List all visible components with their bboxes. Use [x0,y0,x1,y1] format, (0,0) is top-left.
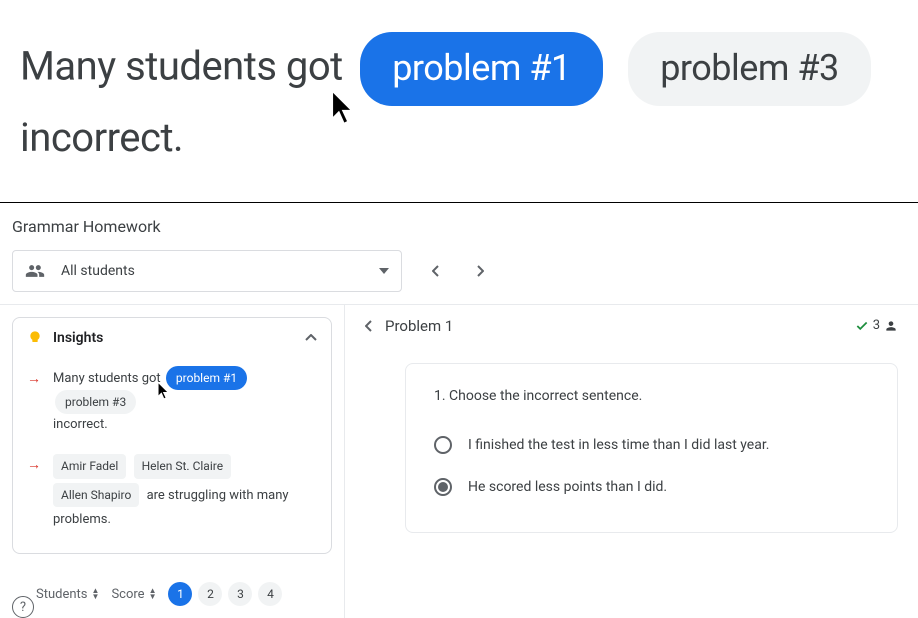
chevron-left-icon[interactable] [365,320,373,332]
insight-1-suffix: incorrect. [53,417,108,432]
app-container: Grammar Homework All students [0,203,918,618]
sort-students-label: Students [36,587,88,602]
problem-stats: 3 [855,318,898,333]
student-chip-helen[interactable]: Helen St. Claire [134,454,232,478]
insights-header[interactable]: Insights [13,318,331,358]
insight-1-prefix: Many students got [53,371,161,386]
people-icon [25,261,45,281]
chevron-right-icon [476,265,484,277]
check-icon [855,319,869,333]
option-2[interactable]: He scored less points than I did. [434,466,869,508]
student-chip-amir[interactable]: Amir Fadel [53,454,126,478]
student-chip-allen[interactable]: Allen Shapiro [53,483,139,507]
hero-prefix: Many students got [20,42,343,89]
insights-card: Insights → Many students got problem #1 … [12,317,332,555]
page-pill-2[interactable]: 2 [198,582,222,606]
student-selector-label: All students [61,263,135,279]
option-2-text: He scored less points than I did. [468,479,667,495]
sort-score[interactable]: Score ▲▼ [111,587,156,602]
help-button[interactable]: ? [12,596,34,618]
option-1[interactable]: I finished the test in less time than I … [434,424,869,466]
hero-suffix: incorrect. [20,114,183,161]
hero-text: Many students got problem #1 problem #3 … [20,32,898,170]
right-column: Problem 1 3 1. Choose the incorrect sent… [345,305,918,618]
insight-item-2: → Amir Fadel Helen St. Claire Allen Shap… [27,444,317,539]
insights-body: → Many students got problem #1 problem #… [13,358,331,554]
cursor-icon [330,90,358,126]
hero-section: Many students got problem #1 problem #3 … [0,0,918,194]
radio-icon [434,436,452,454]
sort-row: Students ▲▼ Score ▲▼ 1 2 3 4 [12,582,332,606]
hero-chip-problem-1[interactable]: problem #1 [360,32,603,106]
insight-chip-problem-1[interactable]: problem #1 [166,366,247,390]
question-card: 1. Choose the incorrect sentence. I fini… [405,363,898,533]
student-selector[interactable]: All students [12,250,402,292]
question-text: 1. Choose the incorrect sentence. [434,388,869,404]
problem-correct-count: 3 [873,318,880,333]
radio-selected-icon [434,478,452,496]
page-title: Grammar Homework [0,203,918,250]
arrow-right-icon: → [27,454,41,531]
lightbulb-icon [27,330,43,346]
sort-icon: ▲▼ [92,588,100,600]
sort-score-label: Score [111,587,144,602]
cursor-icon [157,382,171,400]
arrow-right-icon: → [27,368,41,437]
chevron-up-icon [305,334,317,342]
sort-students[interactable]: Students ▲▼ [36,587,99,602]
hero-chip-problem-3[interactable]: problem #3 [628,32,871,106]
selector-row: All students [0,250,918,304]
page-pills: 1 2 3 4 [168,582,282,606]
problem-header: Problem 1 3 [365,317,898,335]
problem-title: Problem 1 [385,317,453,335]
left-column: Insights → Many students got problem #1 … [0,305,345,618]
option-1-text: I finished the test in less time than I … [468,437,769,453]
sort-icon: ▲▼ [149,588,157,600]
prev-button[interactable] [418,253,454,289]
dropdown-caret-icon [379,266,389,276]
chevron-left-icon [432,265,440,277]
insight-item-1: → Many students got problem #1 problem #… [27,358,317,445]
next-button[interactable] [462,253,498,289]
insights-title: Insights [53,330,103,346]
page-pill-1[interactable]: 1 [168,582,192,606]
page-pill-4[interactable]: 4 [258,582,282,606]
insight-chip-problem-3[interactable]: problem #3 [55,390,136,414]
columns: Insights → Many students got problem #1 … [0,304,918,618]
person-icon [884,319,898,333]
nav-arrows [418,253,498,289]
page-pill-3[interactable]: 3 [228,582,252,606]
